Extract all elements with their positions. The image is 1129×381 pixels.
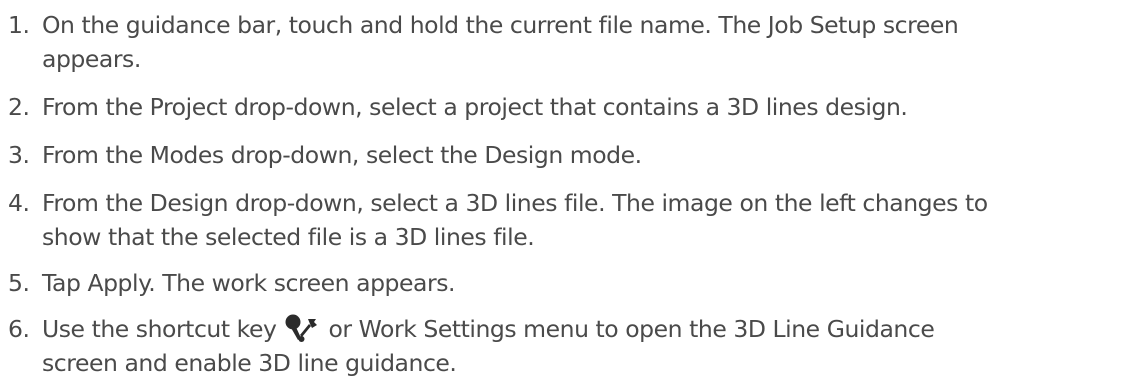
step-text-after-icon: or Work Settings menu to open the 3D Lin… (321, 315, 935, 343)
step-text-line: show that the selected file is a 3D line… (42, 223, 535, 251)
step-number: 6. (8, 315, 30, 343)
step-text-line: From the Modes drop-down, select the Des… (42, 141, 642, 169)
step-number: 1. (8, 11, 30, 39)
step-text-line: From the Design drop-down, select a 3D l… (42, 189, 988, 217)
step-text-before-icon: Use the shortcut key (42, 315, 277, 343)
step-number: 5. (8, 269, 30, 297)
step-number: 3. (8, 141, 30, 169)
step-text-line: screen and enable 3D line guidance. (42, 349, 457, 377)
step-text-line: Tap Apply. The work screen appears. (42, 269, 456, 297)
step-text-line: From the Project drop-down, select a pro… (42, 93, 908, 121)
step-number: 2. (8, 93, 30, 121)
step-text-line-with-icon: Use the shortcut key or Work Settings me… (42, 312, 935, 346)
step-number: 4. (8, 189, 30, 217)
step-text-line: On the guidance bar, touch and hold the … (42, 11, 959, 39)
step-text-line: appears. (42, 45, 141, 73)
shortcut-key-icon (283, 313, 321, 343)
